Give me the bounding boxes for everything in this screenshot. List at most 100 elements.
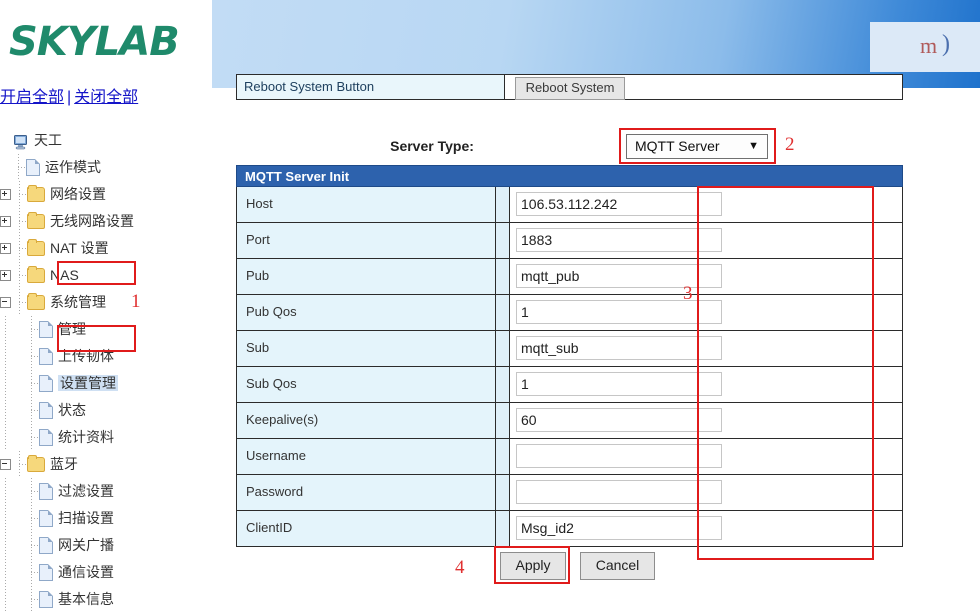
tree-item-6[interactable]: 系统管理: [0, 288, 210, 316]
chevron-down-icon: ▼: [748, 140, 759, 152]
tree-item-label: 设置管理: [58, 374, 118, 391]
folder-icon: [27, 454, 45, 472]
tree-item-17[interactable]: 基本信息: [0, 585, 210, 613]
reboot-system-button[interactable]: Reboot System: [515, 77, 625, 100]
file-icon: [39, 590, 53, 608]
apply-button[interactable]: Apply: [500, 552, 566, 580]
folder-icon: [27, 184, 45, 202]
table-row: Pub: [236, 259, 903, 295]
spacer-cell: [496, 259, 510, 294]
spacer-cell: [496, 187, 510, 222]
tree-guide: [0, 477, 13, 505]
spacer-cell: [496, 367, 510, 402]
tree-item-label: 管理: [58, 320, 86, 337]
field-input[interactable]: [516, 372, 722, 396]
tree-item-1[interactable]: 运作模式: [0, 153, 210, 181]
expand-icon[interactable]: [0, 269, 11, 281]
file-icon: [26, 158, 40, 176]
tree-item-label: 运作模式: [45, 158, 101, 175]
tree-guide: [13, 153, 26, 181]
tree-guide: [0, 396, 13, 424]
expand-all-link[interactable]: 开启全部: [0, 89, 64, 106]
collapse-icon[interactable]: [0, 458, 11, 470]
file-icon: [39, 536, 53, 554]
tree-item-0[interactable]: 天工: [0, 126, 210, 153]
table-row: Host: [236, 187, 903, 223]
tree-item-13[interactable]: 过滤设置: [0, 477, 210, 505]
field-input[interactable]: [516, 228, 722, 252]
field-input[interactable]: [516, 516, 722, 540]
file-icon: [39, 509, 53, 527]
mqtt-settings-table: MQTT Server Init HostPortPubPub QosSubSu…: [236, 165, 903, 547]
file-icon: [39, 347, 53, 365]
field-input[interactable]: [516, 444, 722, 468]
tree-item-label: 基本信息: [58, 590, 114, 607]
field-input[interactable]: [516, 336, 722, 360]
tree-item-9[interactable]: 设置管理: [0, 369, 210, 397]
expand-icon[interactable]: [0, 188, 11, 200]
annotation-number-4: 4: [455, 557, 465, 578]
tree-item-label: 统计资料: [58, 428, 114, 445]
tree-item-12[interactable]: 蓝牙: [0, 450, 210, 478]
tree-guide: [26, 315, 39, 343]
field-label: Pub: [237, 259, 496, 294]
expand-icon[interactable]: [0, 215, 11, 227]
tree-item-4[interactable]: NAT 设置: [0, 234, 210, 262]
tree-guide: [14, 450, 27, 478]
tree-item-7[interactable]: 管理: [0, 315, 210, 343]
field-input[interactable]: [516, 408, 722, 432]
field-value-cell: [510, 403, 902, 438]
field-label: Pub Qos: [237, 295, 496, 330]
collapse-icon[interactable]: [0, 296, 11, 308]
spacer-cell: [496, 295, 510, 330]
tree-item-14[interactable]: 扫描设置: [0, 504, 210, 532]
tree-item-2[interactable]: 网络设置: [0, 180, 210, 208]
tree-item-15[interactable]: 网关广播: [0, 531, 210, 559]
tree-item-3[interactable]: 无线网路设置: [0, 207, 210, 235]
annotation-number-3: 3: [683, 283, 693, 304]
server-type-dropdown[interactable]: MQTT Server ▼: [626, 134, 768, 159]
main-content: Reboot System Button Reboot System Serve…: [212, 0, 980, 592]
tree-item-10[interactable]: 状态: [0, 396, 210, 424]
reboot-row-value: Reboot System: [505, 75, 902, 100]
tree-item-8[interactable]: 上传韧体: [0, 342, 210, 370]
tree-item-label: 蓝牙: [50, 455, 78, 472]
tree-guide: [0, 504, 13, 532]
expand-icon[interactable]: [0, 242, 11, 254]
table-row: Keepalive(s): [236, 403, 903, 439]
table-row: Password: [236, 475, 903, 511]
field-label: Sub: [237, 331, 496, 366]
tree-guide: [14, 234, 27, 262]
left-sidebar: SKYLAB 开启全部 | 关闭全部 天工 运作模式 网络设置 无线网路设置 NAT 设置 N…: [0, 0, 210, 613]
tree-guide: [26, 477, 39, 505]
file-icon: [39, 320, 53, 338]
field-input[interactable]: [516, 192, 722, 216]
folder-icon: [27, 265, 45, 283]
tree-item-16[interactable]: 通信设置: [0, 558, 210, 586]
tree-guide: [0, 585, 13, 613]
tree-item-11[interactable]: 统计资料: [0, 423, 210, 451]
field-value-cell: [510, 439, 902, 474]
field-value-cell: [510, 259, 902, 294]
tree-guide: [26, 504, 39, 532]
folder-icon: [27, 238, 45, 256]
field-label: Sub Qos: [237, 367, 496, 402]
field-value-cell: [510, 475, 902, 510]
tree-guide: [26, 423, 39, 451]
table-row: Pub Qos: [236, 295, 903, 331]
file-icon: [39, 428, 53, 446]
collapse-all-link[interactable]: 关闭全部: [74, 89, 138, 106]
tree-item-label: 过滤设置: [58, 482, 114, 499]
field-label: ClientID: [237, 511, 496, 546]
tree-item-label: 扫描设置: [58, 509, 114, 526]
tree-item-5[interactable]: NAS: [0, 261, 210, 289]
tree-guide: [0, 342, 13, 370]
folder-icon: [27, 211, 45, 229]
tree-guide: [0, 531, 13, 559]
field-input[interactable]: [516, 480, 722, 504]
file-icon: [39, 374, 53, 392]
cancel-button[interactable]: Cancel: [580, 552, 655, 580]
tree-guide: [26, 396, 39, 424]
skylab-logo: SKYLAB: [9, 19, 180, 65]
tree-guide: [0, 369, 13, 397]
